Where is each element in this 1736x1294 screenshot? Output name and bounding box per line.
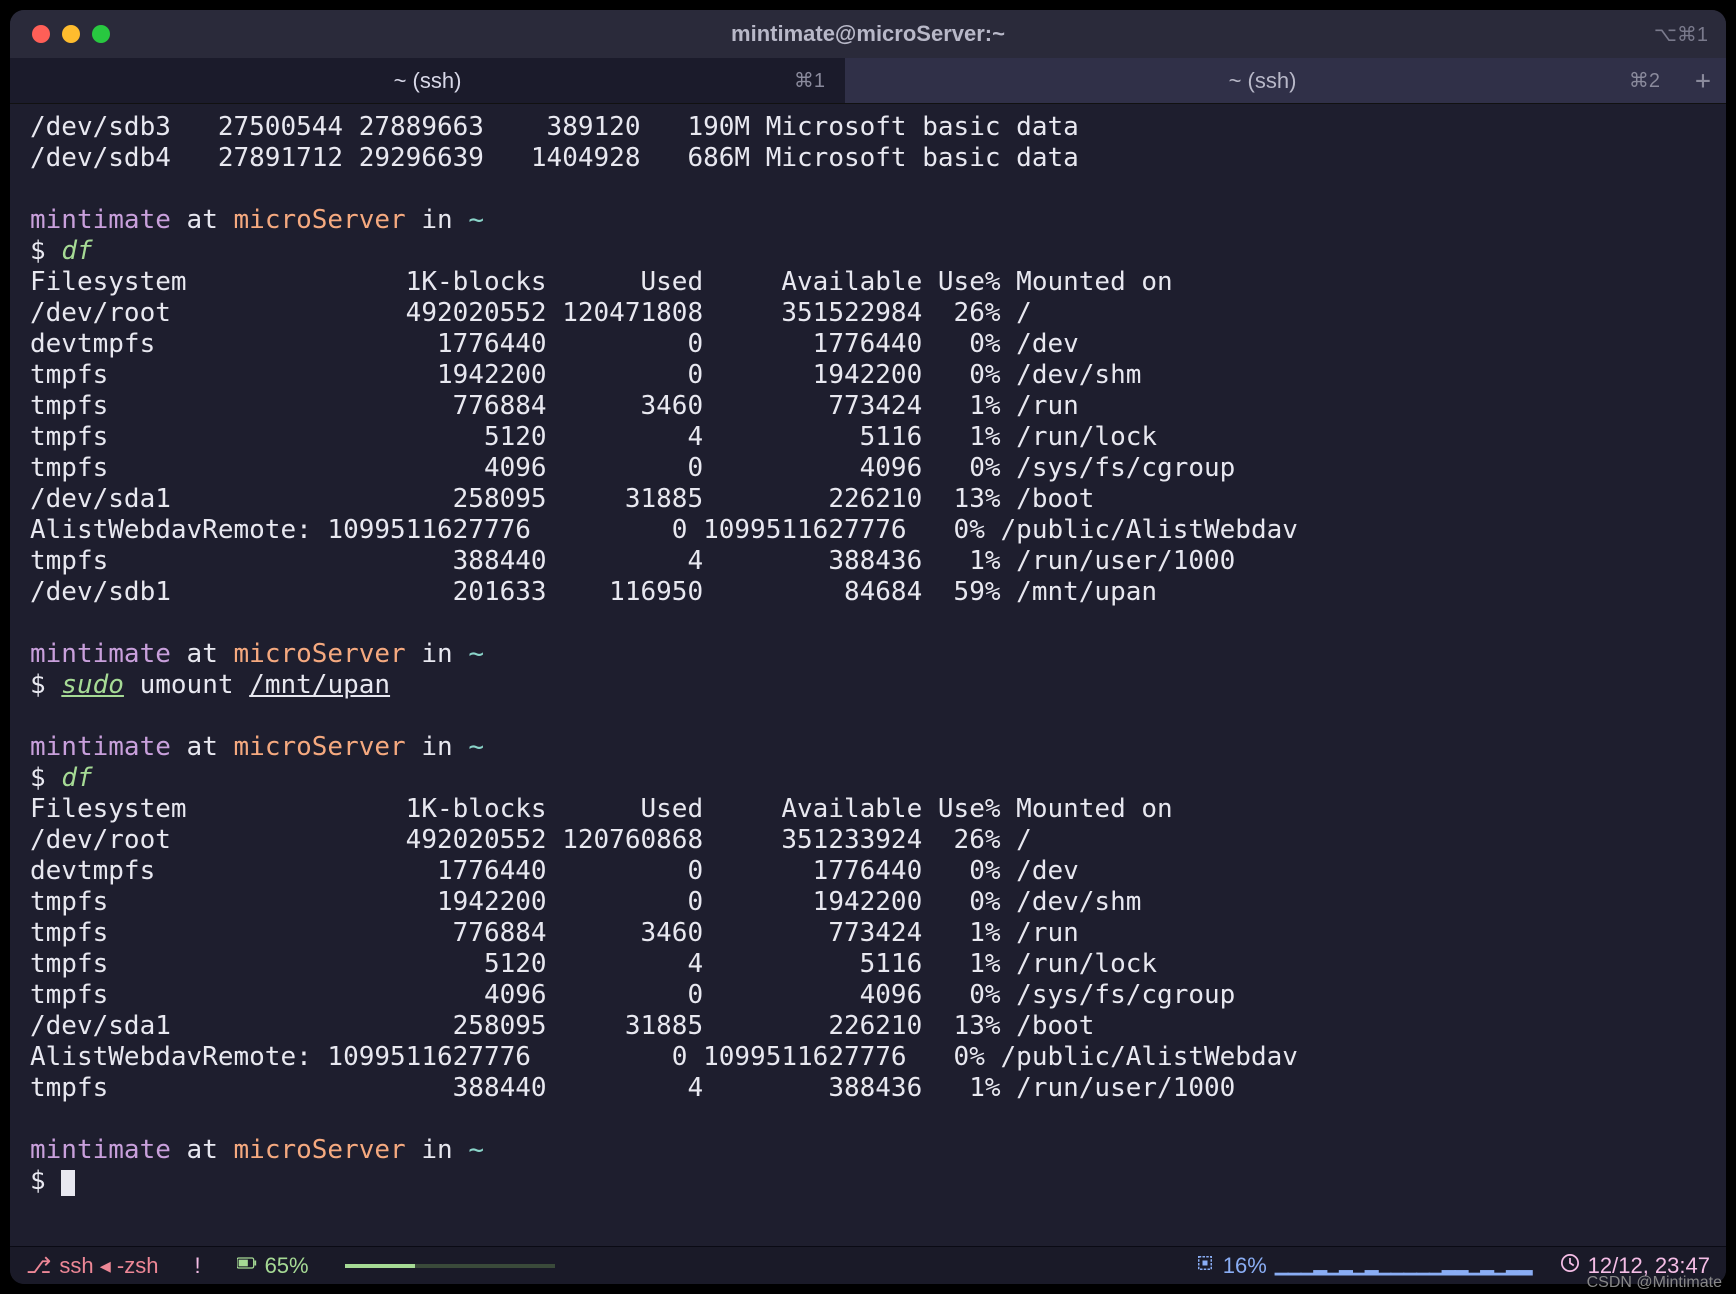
df-header: Filesystem 1K-blocks Used Available Use%… xyxy=(30,267,1173,297)
status-process-text: ssh ◂ -zsh xyxy=(59,1253,158,1279)
prompt-in: in xyxy=(406,1135,469,1165)
cpu-icon xyxy=(1195,1253,1215,1279)
cpu-percent: 16% xyxy=(1223,1253,1267,1279)
status-cpu: 16% ▁▁▁▂▁▂▁▂▁▁▁▁▁▂▂▁▂▁▂▂ xyxy=(1195,1253,1532,1279)
terminal-window: mintimate@microServer:~ ⌥⌘1 ~ (ssh) ⌘1 ~… xyxy=(10,10,1726,1284)
prompt-at: at xyxy=(171,205,234,235)
df-row: tmpfs 5120 4 5116 1% /run/lock xyxy=(30,422,1157,452)
command-umount: umount xyxy=(124,670,249,700)
df-row: AlistWebdavRemote: 1099511627776 0 10995… xyxy=(30,1042,1298,1072)
df-row: tmpfs 5120 4 5116 1% /run/lock xyxy=(30,949,1157,979)
prompt-path: ~ xyxy=(468,732,484,762)
prompt-path: ~ xyxy=(468,1135,484,1165)
prompt-sigil: $ xyxy=(30,1166,61,1196)
tab-shortcut: ⌘2 xyxy=(1629,68,1660,93)
df-row: AlistWebdavRemote: 1099511627776 0 10995… xyxy=(30,515,1298,545)
df-row: tmpfs 388440 4 388436 1% /run/user/1000 xyxy=(30,1073,1235,1103)
watermark: CSDN @Mintimate xyxy=(1587,1274,1722,1292)
df-header: Filesystem 1K-blocks Used Available Use%… xyxy=(30,794,1173,824)
status-process: ⎇ ssh ◂ -zsh xyxy=(26,1253,158,1279)
status-battery: 65% xyxy=(237,1253,309,1279)
titlebar: mintimate@microServer:~ ⌥⌘1 xyxy=(10,10,1726,58)
df-row: tmpfs 776884 3460 773424 1% /run xyxy=(30,918,1079,948)
exclaim-icon: ! xyxy=(194,1253,200,1279)
battery-icon xyxy=(237,1253,257,1279)
tab-2[interactable]: ~ (ssh) ⌘2 xyxy=(845,58,1680,103)
zoom-button[interactable] xyxy=(92,25,110,43)
traffic-lights xyxy=(10,25,110,43)
df-row: /dev/root 492020552 120471808 351522984 … xyxy=(30,298,1032,328)
tabbar: ~ (ssh) ⌘1 ~ (ssh) ⌘2 + xyxy=(10,58,1726,104)
output-line: /dev/sdb3 27500544 27889663 389120 190M … xyxy=(30,112,1079,142)
branch-icon: ⎇ xyxy=(26,1253,51,1279)
command-sudo: sudo xyxy=(61,670,124,700)
progressbar-icon xyxy=(345,1261,555,1271)
window-title: mintimate@microServer:~ xyxy=(731,21,1005,47)
tab-label: ~ (ssh) xyxy=(394,68,462,94)
df-row: tmpfs 1942200 0 1942200 0% /dev/shm xyxy=(30,360,1141,390)
battery-percent: 65% xyxy=(265,1253,309,1279)
statusbar: ⎇ ssh ◂ -zsh ! 65% 16% ▁▁▁▂▁▂▁▂▁▁▁▁▁▂▂▁▂… xyxy=(10,1246,1726,1284)
prompt-user: mintimate xyxy=(30,639,171,669)
status-git: ! xyxy=(194,1253,200,1279)
tab-1[interactable]: ~ (ssh) ⌘1 xyxy=(10,58,845,103)
prompt-at: at xyxy=(171,732,234,762)
prompt-at: at xyxy=(171,1135,234,1165)
toolbar-hint: ⌥⌘1 xyxy=(1654,22,1708,47)
prompt-host: microServer xyxy=(234,732,406,762)
df-row: tmpfs 4096 0 4096 0% /sys/fs/cgroup xyxy=(30,980,1235,1010)
tab-shortcut: ⌘1 xyxy=(794,68,825,93)
df-row: /dev/root 492020552 120760868 351233924 … xyxy=(30,825,1032,855)
output-line: /dev/sdb4 27891712 29296639 1404928 686M… xyxy=(30,143,1079,173)
prompt-user: mintimate xyxy=(30,1135,171,1165)
command-umount-arg: /mnt/upan xyxy=(249,670,390,700)
prompt-sigil: $ xyxy=(30,670,61,700)
prompt-host: microServer xyxy=(234,1135,406,1165)
tab-label: ~ (ssh) xyxy=(1229,68,1297,94)
sparkline-icon: ▁▁▁▂▁▂▁▂▁▁▁▁▁▂▂▁▂▁▂▂ xyxy=(1275,1255,1532,1276)
prompt-in: in xyxy=(406,732,469,762)
prompt-user: mintimate xyxy=(30,732,171,762)
df-row: /dev/sda1 258095 31885 226210 13% /boot xyxy=(30,1011,1094,1041)
df-row: tmpfs 388440 4 388436 1% /run/user/1000 xyxy=(30,546,1235,576)
prompt-in: in xyxy=(406,205,469,235)
df-row: /dev/sdb1 201633 116950 84684 59% /mnt/u… xyxy=(30,577,1157,607)
new-tab-button[interactable]: + xyxy=(1680,58,1726,103)
prompt-sigil: $ xyxy=(30,763,61,793)
df-row: devtmpfs 1776440 0 1776440 0% /dev xyxy=(30,329,1079,359)
minimize-button[interactable] xyxy=(62,25,80,43)
prompt-at: at xyxy=(171,639,234,669)
df-row: tmpfs 776884 3460 773424 1% /run xyxy=(30,391,1079,421)
prompt-path: ~ xyxy=(468,205,484,235)
command-df: df xyxy=(61,763,92,793)
prompt-user: mintimate xyxy=(30,205,171,235)
df-row: tmpfs 1942200 0 1942200 0% /dev/shm xyxy=(30,887,1141,917)
df-row: tmpfs 4096 0 4096 0% /sys/fs/cgroup xyxy=(30,453,1235,483)
terminal-content[interactable]: /dev/sdb3 27500544 27889663 389120 190M … xyxy=(10,104,1726,1246)
close-button[interactable] xyxy=(32,25,50,43)
prompt-path: ~ xyxy=(468,639,484,669)
cursor xyxy=(61,1170,75,1196)
prompt-host: microServer xyxy=(234,639,406,669)
df-row: devtmpfs 1776440 0 1776440 0% /dev xyxy=(30,856,1079,886)
prompt-in: in xyxy=(406,639,469,669)
clock-icon xyxy=(1560,1253,1580,1279)
command-df: df xyxy=(61,236,92,266)
prompt-host: microServer xyxy=(234,205,406,235)
df-row: /dev/sda1 258095 31885 226210 13% /boot xyxy=(30,484,1094,514)
status-progressbar xyxy=(345,1261,555,1271)
prompt-sigil: $ xyxy=(30,236,61,266)
